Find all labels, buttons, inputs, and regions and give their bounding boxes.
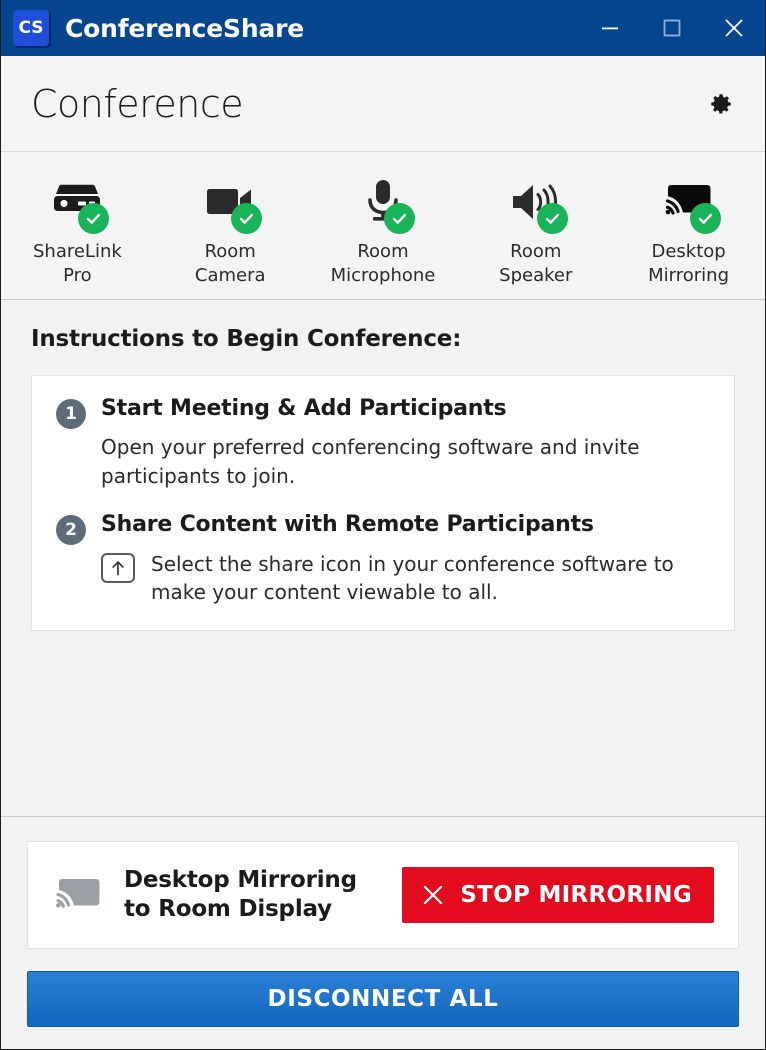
instruction-steps-card: 1 Start Meeting & Add Participants Open …	[31, 375, 735, 632]
footer-section: Desktop Mirroring to Room Display STOP M…	[1, 816, 765, 1049]
device-label: Desktop Mirroring	[648, 241, 730, 287]
step-title: Share Content with Remote Participants	[101, 512, 594, 538]
device-room-speaker[interactable]: Room Speaker	[459, 174, 612, 289]
device-room-microphone[interactable]: Room Microphone	[307, 174, 460, 289]
share-up-arrow-icon	[101, 552, 135, 583]
device-icon-wrap	[41, 174, 113, 234]
device-icon-wrap	[500, 174, 572, 234]
device-icon-wrap	[194, 174, 266, 234]
check-circle-icon	[87, 213, 101, 224]
instruction-step-2: 2 Share Content with Remote Participants…	[56, 512, 710, 606]
device-label: Room Microphone	[330, 241, 436, 287]
mirroring-status-label: Desktop Mirroring to Room Display	[124, 867, 357, 922]
check-circle-icon	[545, 213, 560, 224]
device-sharelink-pro[interactable]: ShareLink Pro	[1, 174, 154, 289]
device-room-camera[interactable]: Room Camera	[154, 174, 307, 289]
gear-icon	[711, 93, 731, 114]
device-label: Room Camera	[194, 241, 266, 287]
step-number-badge: 2	[56, 515, 86, 546]
app-title: ConferenceShare	[65, 13, 304, 43]
check-circle-icon	[239, 213, 254, 224]
cast-screen-icon	[56, 879, 100, 908]
x-icon	[424, 885, 443, 905]
minimize-button[interactable]	[579, 0, 641, 56]
step-body: Share Content with Remote Participants S…	[101, 512, 710, 606]
instructions-heading: Instructions to Begin Conference:	[31, 326, 462, 352]
app-logo: CS	[13, 10, 49, 46]
stop-mirroring-label: STOP MIRRORING	[460, 882, 692, 908]
instruction-step-1: 1 Start Meeting & Add Participants Open …	[56, 396, 710, 490]
check-circle-icon	[698, 213, 712, 224]
minimize-icon	[602, 27, 618, 30]
maximize-icon	[663, 19, 681, 37]
close-button[interactable]	[703, 0, 765, 56]
page-title: Conference	[31, 81, 244, 126]
settings-button[interactable]	[701, 84, 741, 124]
step-description-row: Select the share icon in your conference…	[101, 550, 710, 607]
status-badge-connected	[78, 203, 110, 234]
device-icon-wrap	[347, 174, 419, 234]
device-label: Room Speaker	[499, 241, 573, 287]
step-number-badge: 1	[56, 399, 86, 429]
status-badge-connected	[689, 203, 721, 234]
window-controls	[579, 0, 765, 56]
maximize-button[interactable]	[641, 0, 703, 56]
mirroring-status-card: Desktop Mirroring to Room Display STOP M…	[27, 841, 739, 949]
device-desktop-mirroring[interactable]: Desktop Mirroring	[612, 174, 765, 289]
check-circle-icon	[392, 213, 407, 224]
application-window: CS ConferenceShare Conference ShareLink …	[0, 0, 766, 1050]
close-icon	[725, 19, 743, 37]
step-description: Open your preferred conferencing softwar…	[101, 435, 640, 488]
step-description: Select the share icon in your conference…	[151, 551, 674, 604]
stop-mirroring-button[interactable]: STOP MIRRORING	[402, 867, 714, 923]
disconnect-all-button[interactable]: DISCONNECT ALL	[27, 971, 739, 1027]
device-label: ShareLink Pro	[32, 241, 122, 287]
instructions-section: Instructions to Begin Conference: 1 Star…	[1, 300, 765, 816]
status-badge-connected	[383, 203, 415, 234]
step-body: Start Meeting & Add Participants Open yo…	[101, 396, 710, 490]
device-status-strip: ShareLink Pro Room Camera Room Microphon…	[1, 152, 765, 300]
page-header: Conference	[1, 56, 765, 152]
window-titlebar: CS ConferenceShare	[1, 0, 765, 56]
status-badge-connected	[231, 203, 263, 234]
status-badge-connected	[536, 203, 568, 234]
device-icon-wrap	[653, 174, 725, 234]
step-title: Start Meeting & Add Participants	[101, 396, 507, 421]
